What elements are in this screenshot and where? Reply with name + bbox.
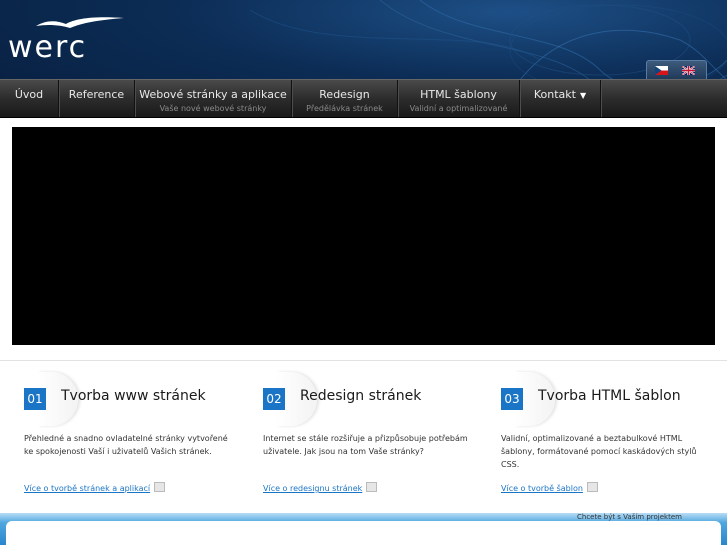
nav-item-sublabel: Předělávka stránek <box>306 104 383 113</box>
feature-number: 01 <box>24 388 46 410</box>
nav-item-html-sablony[interactable]: HTML šablony Validní a optimalizované <box>398 80 520 117</box>
nav-item-label: Reference <box>68 88 125 101</box>
nav-item-kontakt[interactable]: Kontakt ▼ <box>520 80 601 117</box>
feature-more-link[interactable]: Více o tvorbě stránek a aplikací <box>24 482 166 493</box>
feature-more-link-label: Více o tvorbě šablon <box>501 484 583 493</box>
feature-more-link[interactable]: Více o tvorbě šablon <box>501 482 598 493</box>
nav-item-label: Kontakt <box>533 88 576 101</box>
feature-number: 03 <box>501 388 523 410</box>
circle-arrow-down-icon: ▼ <box>579 91 587 100</box>
video-player[interactable] <box>12 127 715 345</box>
feature-description: Validní, optimalizované a beztabulkové H… <box>501 434 697 469</box>
footer-band: Chcete být s Vaším projektem <box>0 513 727 551</box>
nav-item-label: Webové stránky a aplikace <box>139 88 287 101</box>
nav-item-label: Úvod <box>14 88 44 101</box>
nav-item-label-wrap: Kontakt ▼ <box>520 88 600 101</box>
feature-number: 02 <box>263 388 285 410</box>
nav-item-redesign[interactable]: Redesign Předělávka stránek <box>292 80 398 117</box>
nav-item-reference[interactable]: Reference <box>59 80 135 117</box>
nav-item-label: Redesign <box>319 88 370 101</box>
section-divider <box>0 360 727 361</box>
feature-title: Tvorba www stránek <box>61 388 206 404</box>
nav-item-label: HTML šablony <box>420 88 497 101</box>
footer-panel: Chcete být s Vaším projektem <box>6 513 721 551</box>
feature-more-link[interactable]: Více o redesignu stránek <box>263 482 378 493</box>
main-navigation: Úvod Reference Webové stránky a aplikace… <box>0 79 727 118</box>
more-arrow-icon <box>586 482 598 492</box>
more-arrow-icon <box>366 482 378 492</box>
feature-description: Internet se stále rozšiřuje a přizpůsobu… <box>263 434 468 456</box>
footer-right-text: Chcete být s Vaším projektem <box>577 513 682 521</box>
nav-item-webove-stranky[interactable]: Webové stránky a aplikace Vaše nové webo… <box>135 80 292 117</box>
nav-item-uvod[interactable]: Úvod <box>0 80 59 117</box>
logo[interactable]: werc <box>8 30 87 65</box>
nav-item-sublabel: Validní a optimalizované <box>409 104 508 113</box>
feature-title: Tvorba HTML šablon <box>538 388 681 404</box>
feature-more-link-label: Více o redesignu stránek <box>263 484 363 493</box>
feature-more-link-label: Více o tvorbě stránek a aplikací <box>24 484 151 493</box>
language-switcher <box>646 60 707 81</box>
more-arrow-icon <box>154 482 166 492</box>
uk-flag-icon[interactable] <box>682 66 695 75</box>
nav-item-sublabel: Vaše nové webové stránky <box>159 104 267 113</box>
czech-flag-icon[interactable] <box>655 66 668 75</box>
feature-description: Přehledné a snadno ovladatelné stránky v… <box>24 434 228 456</box>
feature-title: Redesign stránek <box>300 388 422 404</box>
